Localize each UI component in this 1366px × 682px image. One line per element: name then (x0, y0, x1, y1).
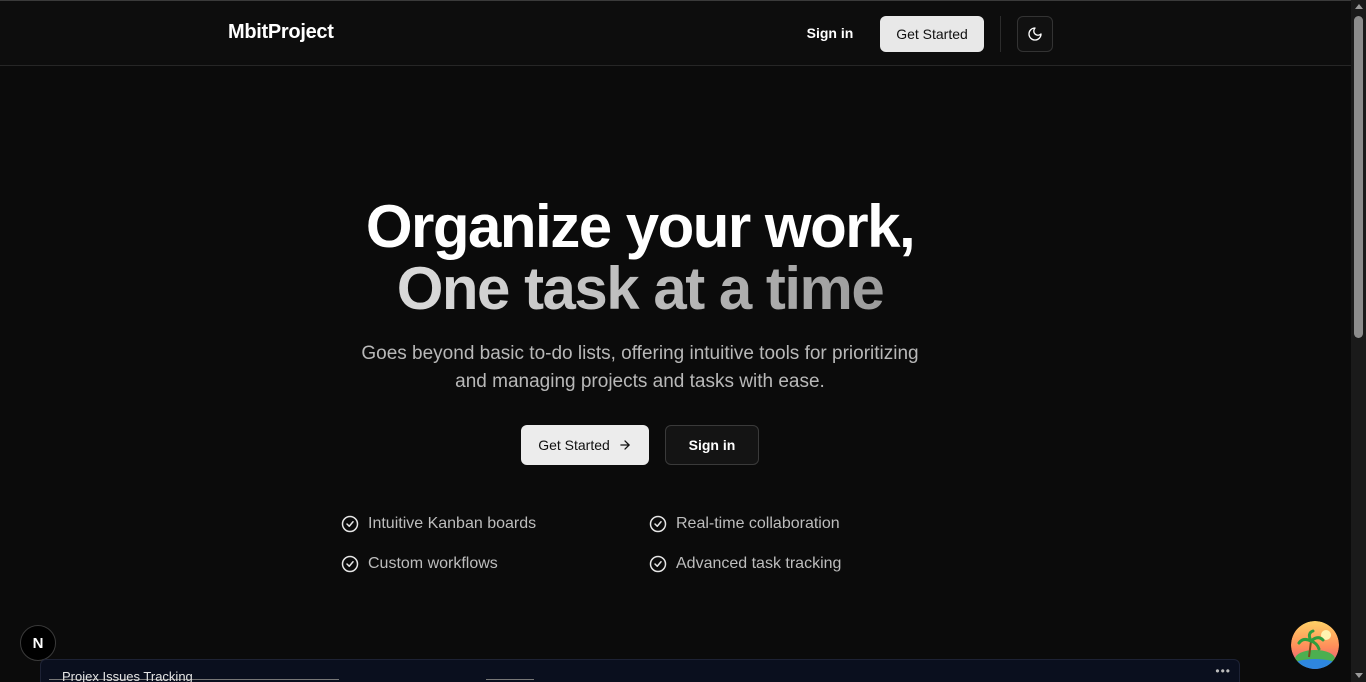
feature-item: Custom workflows (341, 555, 498, 573)
nav-get-started-button[interactable]: Get Started (880, 16, 984, 52)
feature-label: Intuitive Kanban boards (368, 515, 537, 532)
scrollbar-thumb[interactable] (1354, 16, 1363, 338)
nav-sign-in-button[interactable]: Sign in (796, 15, 864, 51)
feature-item: Real-time collaboration (649, 515, 840, 533)
hero-title-line1: Organize your work, (365, 193, 916, 260)
assistant-avatar[interactable] (1291, 621, 1339, 669)
more-horizontal-icon[interactable]: ••• (1215, 664, 1231, 678)
check-circle-icon (341, 555, 359, 573)
vertical-scrollbar[interactable] (1351, 0, 1366, 682)
hero-get-started-button[interactable]: Get Started (521, 425, 649, 465)
feature-label: Real-time collaboration (676, 515, 840, 532)
feature-label: Custom workflows (368, 555, 498, 572)
feature-label: Advanced task tracking (676, 555, 842, 572)
check-circle-icon (341, 515, 359, 533)
hero-title-line2: One task at a time (0, 255, 1280, 323)
scroll-down-arrow-icon[interactable] (1355, 673, 1363, 678)
theme-toggle-button[interactable] (1017, 16, 1053, 52)
arrow-right-icon (620, 440, 630, 450)
hero-subtitle-line2: and managing projects and tasks with eas… (455, 371, 825, 392)
preview-title: Projex Issues Tracking (62, 669, 193, 682)
brand-logo[interactable]: MbitProject (228, 21, 334, 44)
dev-tools-badge[interactable]: N (20, 625, 56, 661)
hero-subtitle-line1: Goes beyond basic to-do lists, offering … (361, 343, 919, 364)
app-preview-card: Projex Issues Tracking ••• (40, 659, 1240, 682)
top-navbar: MbitProject Sign in Get Started (0, 1, 1351, 66)
check-circle-icon (649, 555, 667, 573)
hero-get-started-label: Get Started (538, 437, 610, 453)
island-avatar-icon (1291, 621, 1339, 669)
hero-subtitle: Goes beyond basic to-do lists, offering … (330, 340, 950, 396)
nav-divider (1000, 16, 1001, 52)
preview-indicator (486, 679, 534, 680)
check-circle-icon (649, 515, 667, 533)
feature-item: Advanced task tracking (649, 555, 841, 573)
scroll-up-arrow-icon[interactable] (1355, 4, 1363, 9)
hero-sign-in-button[interactable]: Sign in (665, 425, 759, 465)
moon-icon (1028, 27, 1042, 41)
feature-item: Intuitive Kanban boards (341, 515, 536, 533)
